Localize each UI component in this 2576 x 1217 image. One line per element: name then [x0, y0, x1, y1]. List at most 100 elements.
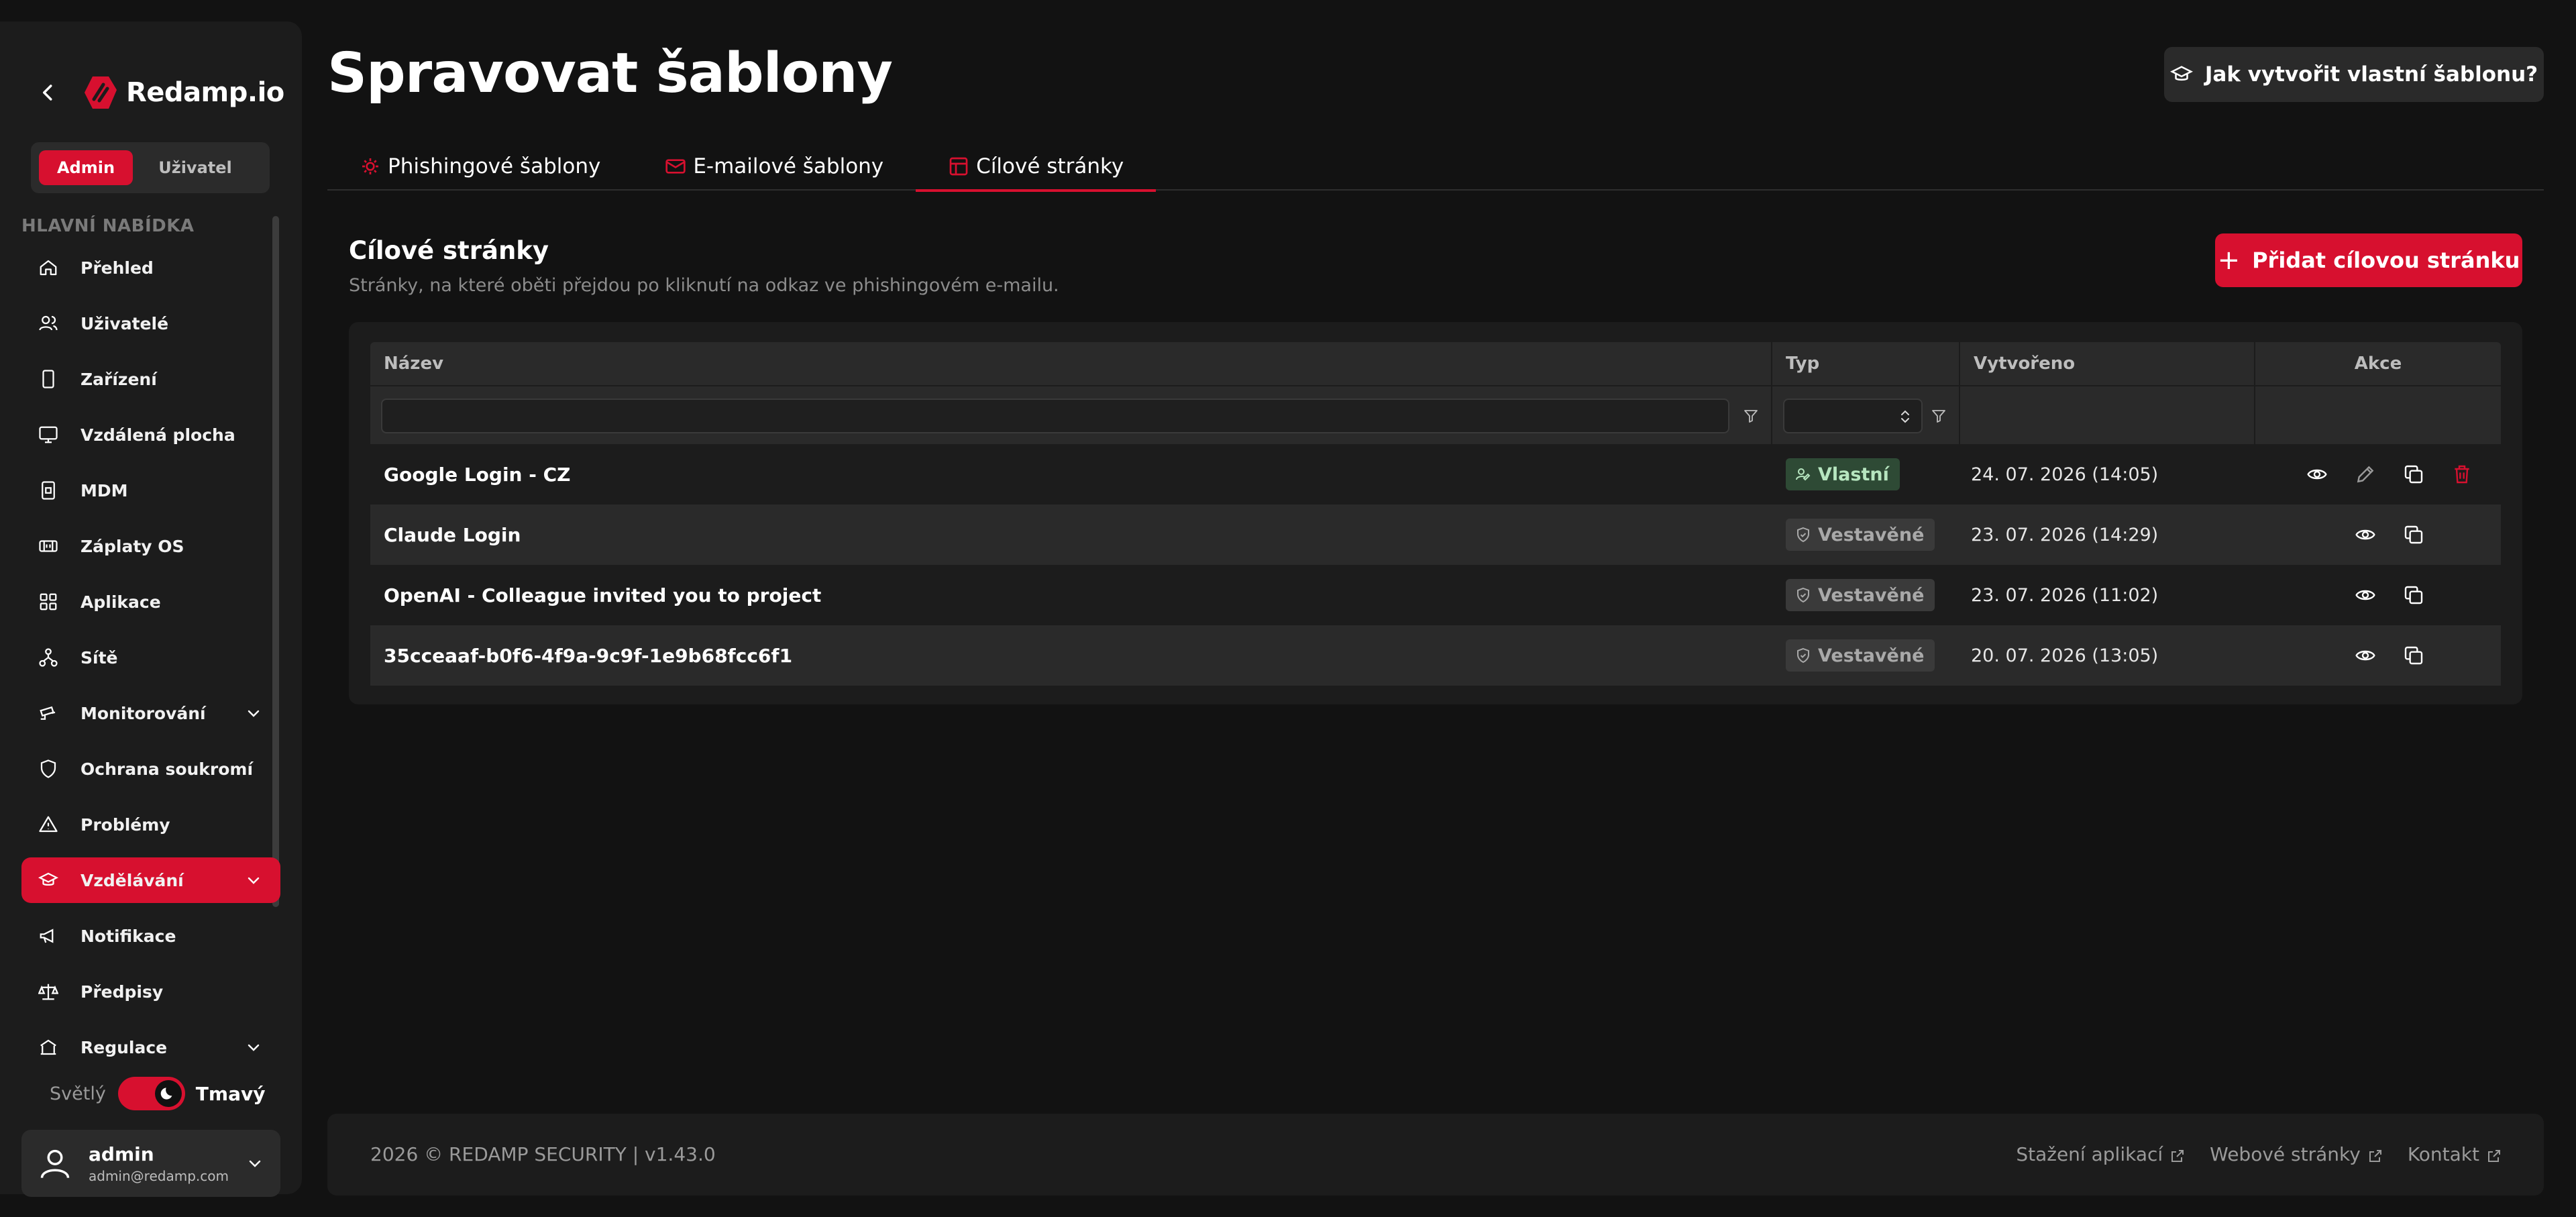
- shield-check-icon: [1795, 527, 1811, 543]
- filter-icon[interactable]: [1931, 408, 1947, 424]
- sidebar-item-education[interactable]: Vzdělávání: [21, 857, 280, 903]
- sidebar-item-label: Zařízení: [80, 369, 157, 389]
- back-arrow-icon[interactable]: [38, 82, 59, 103]
- type-badge-label: Vlastní: [1818, 464, 1889, 485]
- footer-link-website[interactable]: Webové stránky: [2210, 1143, 2383, 1165]
- device-icon: [36, 367, 60, 391]
- sidebar-item-label: Vzdělávání: [80, 870, 184, 890]
- template-tabs: Phishingové šablony E-mailové šablony Cí…: [327, 142, 2544, 192]
- graduation-cap-icon: [36, 868, 60, 892]
- role-admin-button[interactable]: Admin: [39, 150, 133, 185]
- sidebar-item-overview[interactable]: Přehled: [21, 245, 280, 290]
- copyright: 2026 © REDAMP SECURITY | v1.43.0: [370, 1143, 716, 1165]
- footer-link-downloads[interactable]: Stažení aplikací: [2016, 1143, 2186, 1165]
- sidebar-item-users[interactable]: Uživatelé: [21, 301, 280, 346]
- footer-link-contact[interactable]: Kontakt: [2408, 1143, 2502, 1165]
- sidebar-item-label: Regulace: [80, 1037, 168, 1057]
- table-row: Claude Login Vestavěné 23. 07. 2026 (14:…: [370, 505, 2501, 565]
- footer-link-label: Kontakt: [2407, 1143, 2479, 1165]
- sidebar-item-problems[interactable]: Problémy: [21, 802, 280, 847]
- section-subtitle: Stránky, na které oběti přejdou po klikn…: [349, 275, 1059, 296]
- home-icon: [36, 256, 60, 280]
- tab-phishing-templates[interactable]: Phishingové šablony: [327, 142, 633, 191]
- tab-landing-pages[interactable]: Cílové stránky: [916, 142, 1157, 192]
- help-button[interactable]: Jak vytvořit vlastní šablonu?: [2164, 47, 2544, 102]
- role-user-button[interactable]: Uživatel: [133, 150, 258, 185]
- table-row: Google Login - CZ Vlastní 24. 07. 2026 (…: [370, 444, 2501, 505]
- eye-icon[interactable]: [2305, 462, 2329, 486]
- footer-links: Stažení aplikací Webové stránky Kontakt: [1992, 1143, 2502, 1165]
- type-badge-builtin: Vestavěné: [1786, 639, 1935, 672]
- column-header-actions: Akce: [2354, 354, 2402, 374]
- chevron-down-icon[interactable]: [246, 872, 262, 888]
- monitor-icon: [36, 423, 60, 447]
- copy-icon[interactable]: [2402, 523, 2426, 547]
- sidebar-item-notifications[interactable]: Notifikace: [21, 913, 280, 959]
- sidebar-item-label: Notifikace: [80, 926, 176, 946]
- main-menu: Přehled Uživatelé Zařízení Vzdálená ploc…: [21, 245, 280, 1061]
- mdm-icon: [36, 478, 60, 502]
- sidebar-item-mdm[interactable]: MDM: [21, 468, 280, 513]
- section-title: Cílové stránky: [349, 236, 549, 265]
- mail-icon: [665, 156, 686, 177]
- sidebar-item-devices[interactable]: Zařízení: [21, 356, 280, 402]
- select-arrows-icon: [1898, 408, 1912, 425]
- app-root: Redamp.io Admin Uživatel HLAVNÍ NABÍDKA …: [0, 0, 2576, 1217]
- column-header-name[interactable]: Název: [370, 342, 1772, 385]
- column-header-created[interactable]: Vytvořeno: [1960, 342, 2255, 385]
- trash-icon[interactable]: [2450, 462, 2474, 486]
- sidebar-item-label: Uživatelé: [80, 313, 169, 333]
- theme-toggle[interactable]: [117, 1077, 185, 1110]
- filter-icon[interactable]: [1743, 408, 1759, 424]
- sidebar: Redamp.io Admin Uživatel HLAVNÍ NABÍDKA …: [0, 21, 302, 1197]
- user-email: admin@redamp.com: [89, 1167, 229, 1184]
- column-header-type[interactable]: Typ: [1772, 342, 1960, 385]
- created-filter-cell: [1960, 386, 2255, 445]
- sidebar-item-apps[interactable]: Aplikace: [21, 579, 280, 625]
- user-menu[interactable]: admin admin@redamp.com: [21, 1130, 280, 1197]
- add-landing-page-button[interactable]: + Přidat cílovou stránku: [2215, 233, 2522, 287]
- eye-icon[interactable]: [2353, 643, 2377, 668]
- type-filter-select[interactable]: [1783, 399, 1923, 433]
- edit-pencil-icon[interactable]: [2353, 462, 2377, 486]
- chevron-down-icon[interactable]: [246, 1039, 262, 1055]
- filter-row: [370, 385, 2501, 445]
- sidebar-item-monitoring[interactable]: Monitorování: [21, 690, 280, 736]
- copy-icon[interactable]: [2402, 583, 2426, 607]
- type-badge-label: Vestavěné: [1818, 524, 1925, 545]
- copy-icon[interactable]: [2402, 643, 2426, 668]
- row-name: 35cceaaf-b0f6-4f9a-9c9f-1e9b68fcc6f1: [384, 644, 793, 667]
- sidebar-item-os-patches[interactable]: Záplaty OS: [21, 523, 280, 569]
- row-actions: [2255, 565, 2501, 625]
- footer: 2026 © REDAMP SECURITY | v1.43.0 Stažení…: [327, 1114, 2544, 1196]
- camera-icon: [36, 701, 60, 725]
- theme-light-label: Světlý: [50, 1083, 106, 1104]
- sidebar-item-label: Sítě: [80, 647, 118, 668]
- name-filter-input[interactable]: [381, 399, 1729, 433]
- external-link-icon: [2367, 1147, 2383, 1163]
- copy-icon[interactable]: [2402, 462, 2426, 486]
- eye-icon[interactable]: [2353, 583, 2377, 607]
- sidebar-item-policies[interactable]: Předpisy: [21, 969, 280, 1014]
- sidebar-item-privacy[interactable]: Ochrana soukromí: [21, 746, 280, 792]
- user-info: admin admin@redamp.com: [89, 1143, 229, 1184]
- users-icon: [36, 311, 60, 335]
- chevron-down-icon[interactable]: [247, 1155, 263, 1171]
- brand-name: Redamp.io: [126, 77, 284, 108]
- landing-pages-table: Název Typ Vytvořeno Akce Google Login - …: [370, 342, 2501, 686]
- chevron-down-icon[interactable]: [246, 705, 262, 721]
- phishing-icon: [360, 156, 381, 177]
- add-button-label: Přidat cílovou stránku: [2252, 248, 2520, 273]
- eye-icon[interactable]: [2353, 523, 2377, 547]
- sidebar-item-networks[interactable]: Sítě: [21, 635, 280, 680]
- tab-email-templates[interactable]: E-mailové šablony: [633, 142, 916, 191]
- sidebar-item-remote-desktop[interactable]: Vzdálená plocha: [21, 412, 280, 458]
- brand: Redamp.io: [38, 75, 284, 110]
- scales-icon: [36, 980, 60, 1004]
- actions-filter-cell: [2255, 386, 2501, 445]
- redamp-logo-icon: [83, 75, 118, 110]
- layout-icon: [948, 156, 969, 177]
- landing-pages-card: Název Typ Vytvořeno Akce Google Login - …: [349, 322, 2522, 704]
- sidebar-item-regulation[interactable]: Regulace: [21, 1024, 280, 1061]
- sidebar-item-label: Monitorování: [80, 703, 206, 723]
